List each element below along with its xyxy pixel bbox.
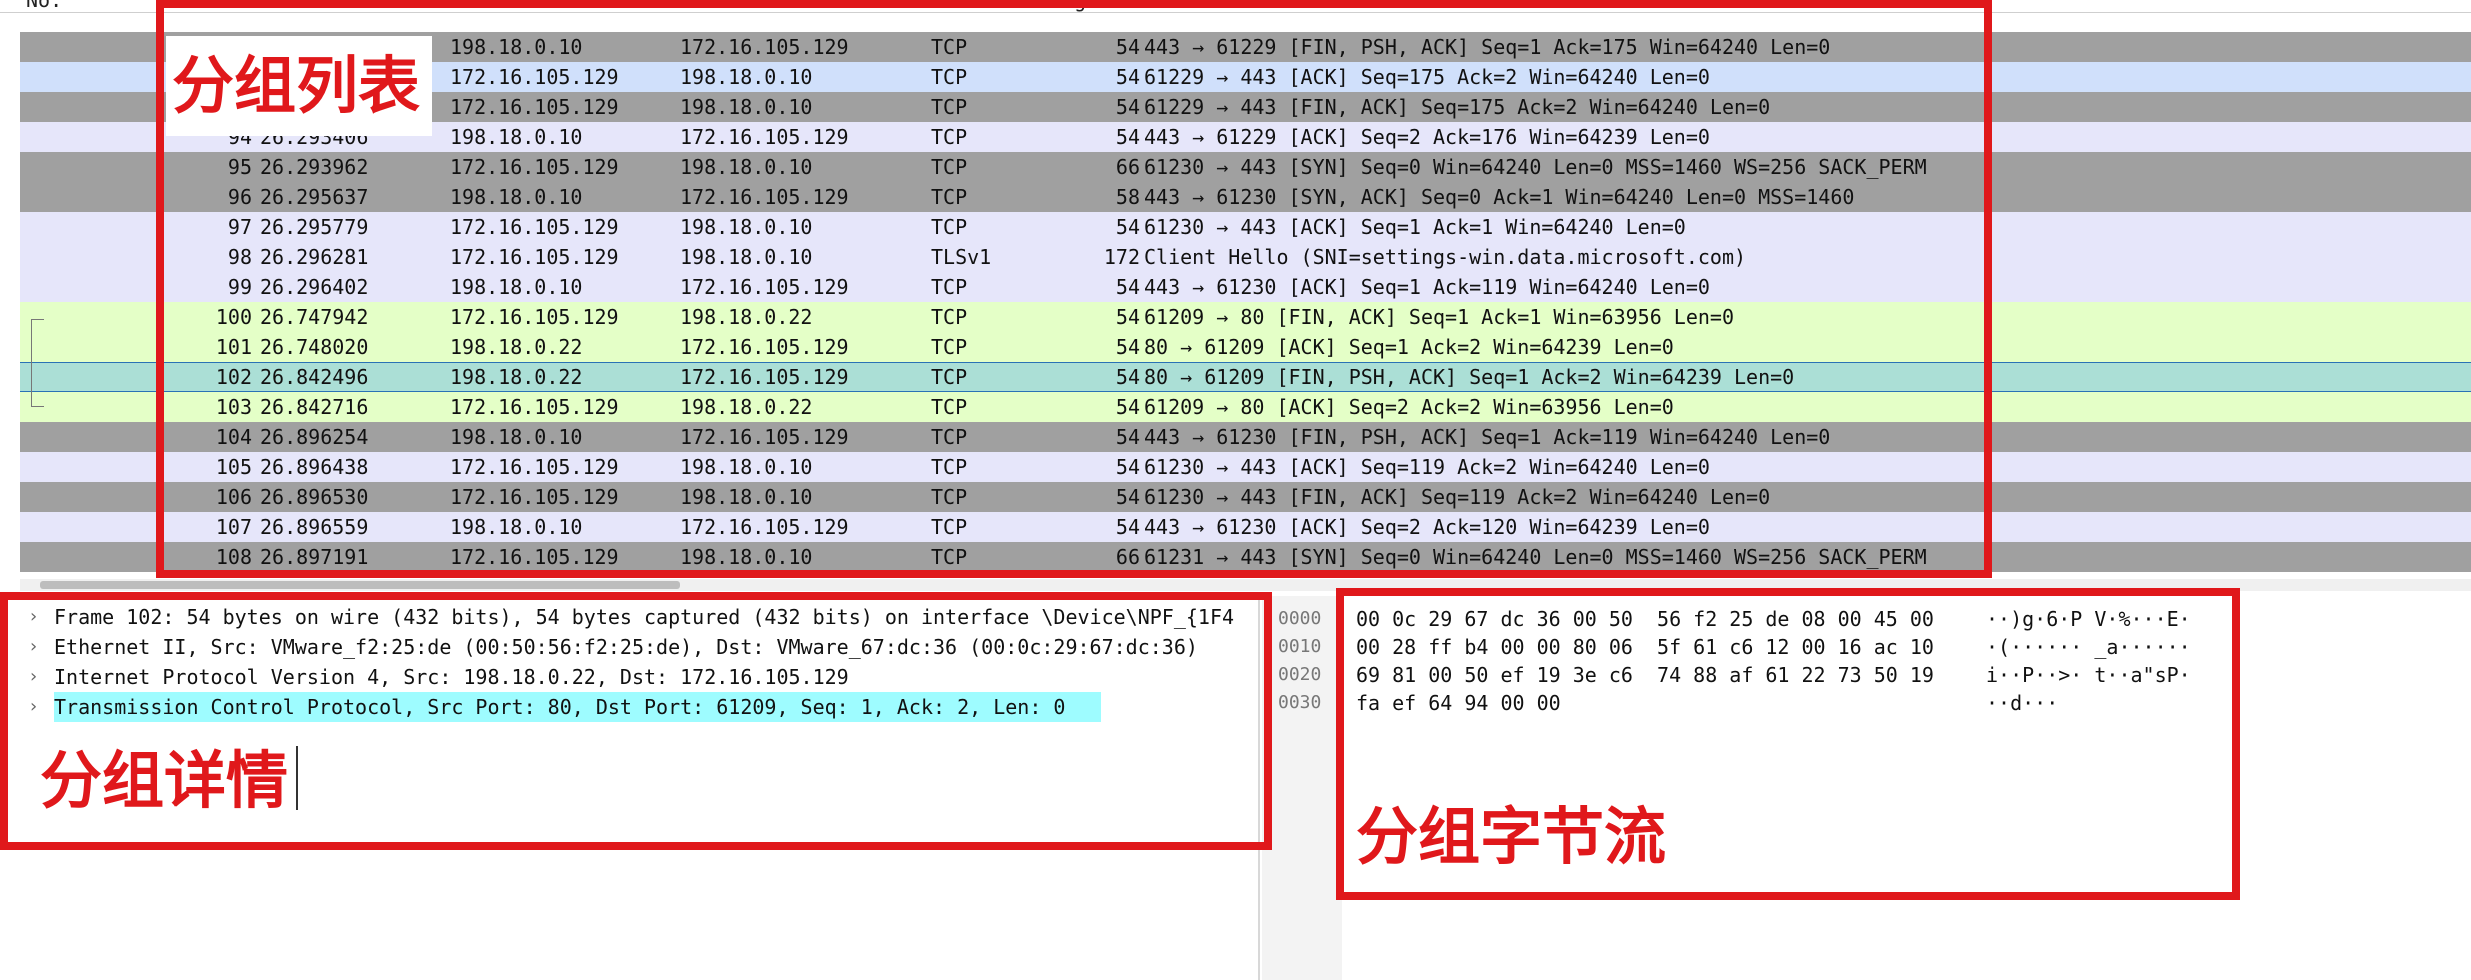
- byte-offset: 0000: [1278, 608, 1322, 629]
- annotation-box-packet-list: [156, 0, 1992, 578]
- annotation-label-packet-bytes: 分组字节流: [1356, 800, 1667, 873]
- annotation-label-packet-details: 分组详情: [40, 744, 289, 817]
- byte-offset: 0010: [1278, 636, 1322, 657]
- scrollbar-thumb[interactable]: [40, 581, 680, 589]
- column-header-no[interactable]: No.: [26, 0, 62, 12]
- annotation-label-packet-list: 分组列表: [172, 49, 421, 122]
- byte-offset: 0030: [1278, 692, 1322, 713]
- byte-offset: 0020: [1278, 664, 1322, 685]
- text-caret: [296, 746, 298, 810]
- conversation-bracket: [31, 319, 44, 407]
